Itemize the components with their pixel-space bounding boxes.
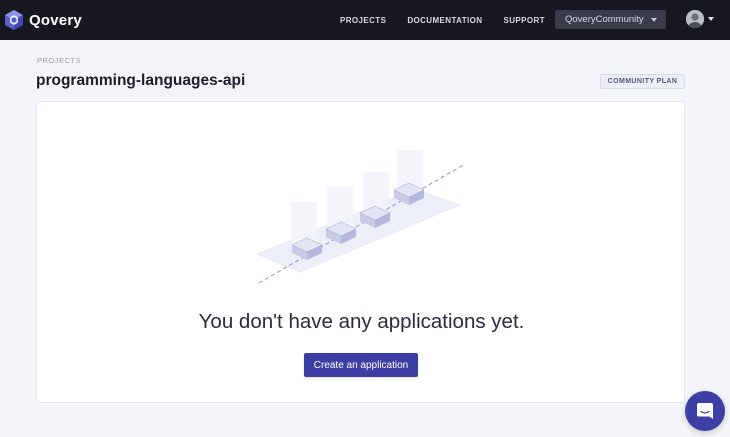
breadcrumb[interactable]: PROJECTS bbox=[37, 56, 81, 65]
chat-launcher-button[interactable] bbox=[685, 391, 725, 431]
avatar bbox=[686, 10, 704, 28]
user-menu[interactable] bbox=[686, 10, 714, 28]
organization-select-value: QoveryCommunity bbox=[565, 14, 644, 25]
nav-projects[interactable]: PROJECTS bbox=[340, 16, 386, 25]
organization-select[interactable]: QoveryCommunity bbox=[555, 10, 666, 29]
chevron-down-icon bbox=[708, 17, 714, 21]
applications-card: You don't have any applications yet. Cre… bbox=[36, 101, 685, 403]
main-nav: PROJECTS DOCUMENTATION SUPPORT bbox=[340, 0, 566, 40]
nav-documentation[interactable]: DOCUMENTATION bbox=[407, 16, 482, 25]
qovery-logo-icon bbox=[5, 10, 23, 30]
app-name: Qovery bbox=[29, 11, 82, 29]
page-title: programming-languages-api bbox=[36, 72, 246, 89]
nav-support[interactable]: SUPPORT bbox=[503, 16, 544, 25]
empty-state-message: You don't have any applications yet. bbox=[198, 310, 525, 333]
brand[interactable]: Qovery bbox=[5, 10, 82, 30]
create-application-button[interactable]: Create an application bbox=[304, 353, 418, 377]
chevron-down-icon bbox=[651, 18, 657, 22]
plan-badge: COMMUNITY PLAN bbox=[600, 74, 685, 89]
chat-bubble-icon bbox=[697, 403, 713, 419]
top-navbar: Qovery PROJECTS DOCUMENTATION SUPPORT Qo… bbox=[0, 0, 730, 40]
empty-applications-illustration bbox=[256, 150, 466, 284]
